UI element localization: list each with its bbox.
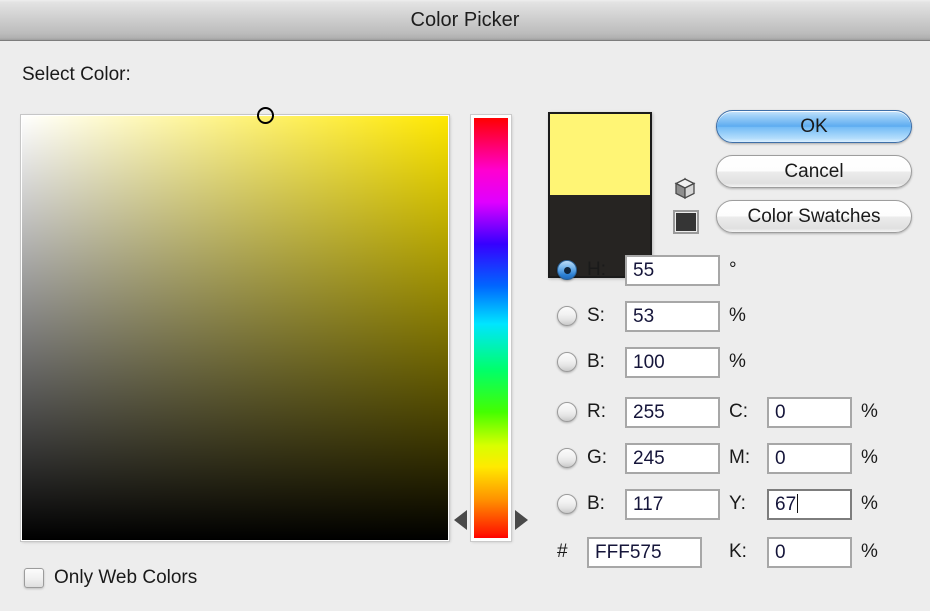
- input-b-rgb[interactable]: 117: [625, 489, 720, 520]
- web-safe-color-swatch[interactable]: [673, 210, 699, 234]
- label-g-rgb: G:: [587, 448, 607, 468]
- input-g-rgb[interactable]: 245: [625, 443, 720, 474]
- unit-m: %: [861, 448, 878, 468]
- label-m: M:: [729, 448, 750, 468]
- input-k[interactable]: 0: [767, 537, 852, 568]
- color-swatches-button[interactable]: Color Swatches: [716, 200, 912, 233]
- color-picker-dialog: Color Picker Select Color:: [0, 0, 930, 611]
- label-r-rgb: R:: [587, 402, 606, 422]
- color-preview: [548, 112, 652, 278]
- web-safe-color-fill: [676, 213, 696, 231]
- label-c: C:: [729, 402, 748, 422]
- unit-k: %: [861, 542, 878, 562]
- select-color-label: Select Color:: [22, 64, 131, 86]
- input-y[interactable]: 67: [767, 489, 852, 520]
- input-s-hsb[interactable]: 53: [625, 301, 720, 332]
- input-c[interactable]: 0: [767, 397, 852, 428]
- hue-slider-marker-right[interactable]: [515, 510, 528, 530]
- input-b-hsb[interactable]: 100: [625, 347, 720, 378]
- radio-r-rgb[interactable]: [557, 402, 577, 422]
- input-r-rgb[interactable]: 255: [625, 397, 720, 428]
- radio-g-rgb[interactable]: [557, 448, 577, 468]
- radio-s-hsb[interactable]: [557, 306, 577, 326]
- radio-b-hsb[interactable]: [557, 352, 577, 372]
- window-title: Color Picker: [0, 0, 930, 40]
- radio-b-rgb[interactable]: [557, 494, 577, 514]
- title-bar: Color Picker: [0, 0, 930, 41]
- label-b-hsb: B:: [587, 352, 605, 372]
- label-s-hsb: S:: [587, 306, 605, 326]
- only-web-colors-label: Only Web Colors: [54, 566, 197, 590]
- label-h-hsb: H:: [587, 260, 606, 280]
- hue-slider-gradient[interactable]: [474, 118, 508, 538]
- cancel-button[interactable]: Cancel: [716, 155, 912, 188]
- hue-slider-marker-left[interactable]: [454, 510, 467, 530]
- new-color-swatch[interactable]: [550, 114, 650, 195]
- unit-s-hsb: %: [729, 306, 746, 326]
- hue-slider[interactable]: [471, 115, 511, 541]
- unit-y: %: [861, 494, 878, 514]
- dialog-body: Select Color:: [0, 42, 930, 611]
- ok-button[interactable]: OK: [716, 110, 912, 143]
- label-b-rgb: B:: [587, 494, 605, 514]
- input-hex[interactable]: FFF575: [587, 537, 702, 568]
- saturation-brightness-gradient[interactable]: [22, 116, 448, 540]
- saturation-brightness-field[interactable]: [21, 115, 449, 541]
- unit-b-hsb: %: [729, 352, 746, 372]
- radio-h-hsb[interactable]: [557, 260, 577, 280]
- sb-field-cursor[interactable]: [257, 107, 274, 124]
- input-m[interactable]: 0: [767, 443, 852, 474]
- label-y: Y:: [729, 494, 746, 514]
- label-k: K:: [729, 542, 747, 562]
- unit-h-hsb: °: [729, 260, 737, 280]
- input-h-hsb[interactable]: 55: [625, 255, 720, 286]
- unit-c: %: [861, 402, 878, 422]
- text-caret: [797, 494, 798, 513]
- cube-icon[interactable]: [673, 177, 697, 201]
- only-web-colors-checkbox[interactable]: [24, 568, 44, 588]
- label-hex: #: [557, 542, 568, 562]
